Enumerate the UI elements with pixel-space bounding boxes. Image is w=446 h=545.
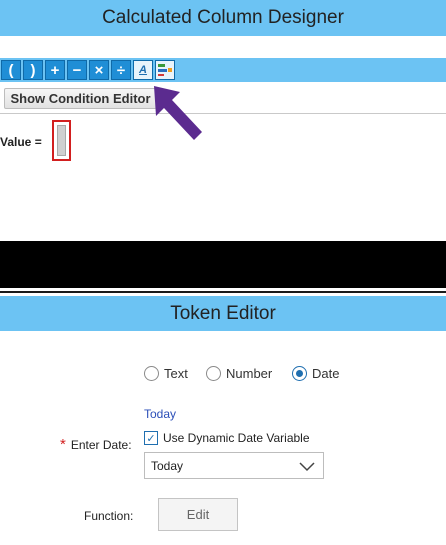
date-variable-select[interactable]: Today <box>144 452 324 479</box>
radio-circle[interactable] <box>144 366 159 381</box>
multiply-button[interactable]: × <box>89 60 109 80</box>
token-editor-header: Token Editor <box>0 296 446 331</box>
required-marker: * <box>60 436 66 453</box>
today-link[interactable]: Today <box>144 407 176 421</box>
designer-header: Calculated Column Designer <box>0 0 446 36</box>
plus-button[interactable]: + <box>45 60 65 80</box>
pointer-arrow-icon <box>154 86 202 140</box>
close-paren-button[interactable]: ) <box>23 60 43 80</box>
insert-token-button[interactable]: A <box>133 60 153 80</box>
radio-label-number: Number <box>226 366 273 381</box>
expression-toolbar: ( ) + − × ÷ A <box>0 58 446 82</box>
close-paren-icon: ) <box>30 61 36 79</box>
divide-button[interactable]: ÷ <box>111 60 131 80</box>
ml-button[interactable] <box>155 60 175 80</box>
radio-number[interactable]: Number <box>206 366 272 381</box>
ml-icon <box>158 64 172 76</box>
plus-icon: + <box>50 61 60 79</box>
multiply-icon: × <box>94 61 104 79</box>
function-label: Function: <box>84 509 134 523</box>
radio-label-date: Date <box>312 366 340 381</box>
minus-icon: − <box>72 61 82 79</box>
date-variable-value: Today <box>151 458 184 473</box>
divide-icon: ÷ <box>116 61 126 79</box>
enter-date-label: * Enter Date: <box>60 436 132 453</box>
show-condition-editor-button[interactable]: Show Condition Editor <box>4 88 157 109</box>
edit-function-button[interactable]: Edit <box>158 498 238 531</box>
radio-text[interactable]: Text <box>144 366 188 381</box>
value-expression-box[interactable] <box>52 120 71 161</box>
token-editor-title: Token Editor <box>170 302 276 324</box>
black-band <box>0 241 446 288</box>
value-token-placeholder[interactable] <box>57 125 66 156</box>
minus-button[interactable]: − <box>67 60 87 80</box>
dynamic-date-checkbox[interactable]: ✓ Use Dynamic Date Variable <box>144 431 310 445</box>
dynamic-date-label: Use Dynamic Date Variable <box>163 431 310 445</box>
value-label: Value = <box>0 135 42 149</box>
divider <box>0 113 446 114</box>
radio-date[interactable]: Date <box>292 366 339 381</box>
token-icon: A <box>139 63 147 76</box>
enter-date-text: Enter Date: <box>70 438 132 452</box>
designer-title: Calculated Column Designer <box>102 7 344 28</box>
checkbox-check-icon[interactable]: ✓ <box>144 431 158 445</box>
radio-label-text: Text <box>164 366 188 381</box>
black-divider <box>0 291 446 293</box>
chevron-down-icon <box>299 462 315 472</box>
radio-circle[interactable] <box>206 366 221 381</box>
open-paren-icon: ( <box>8 61 14 79</box>
radio-circle-selected[interactable] <box>292 366 307 381</box>
open-paren-button[interactable]: ( <box>1 60 21 80</box>
